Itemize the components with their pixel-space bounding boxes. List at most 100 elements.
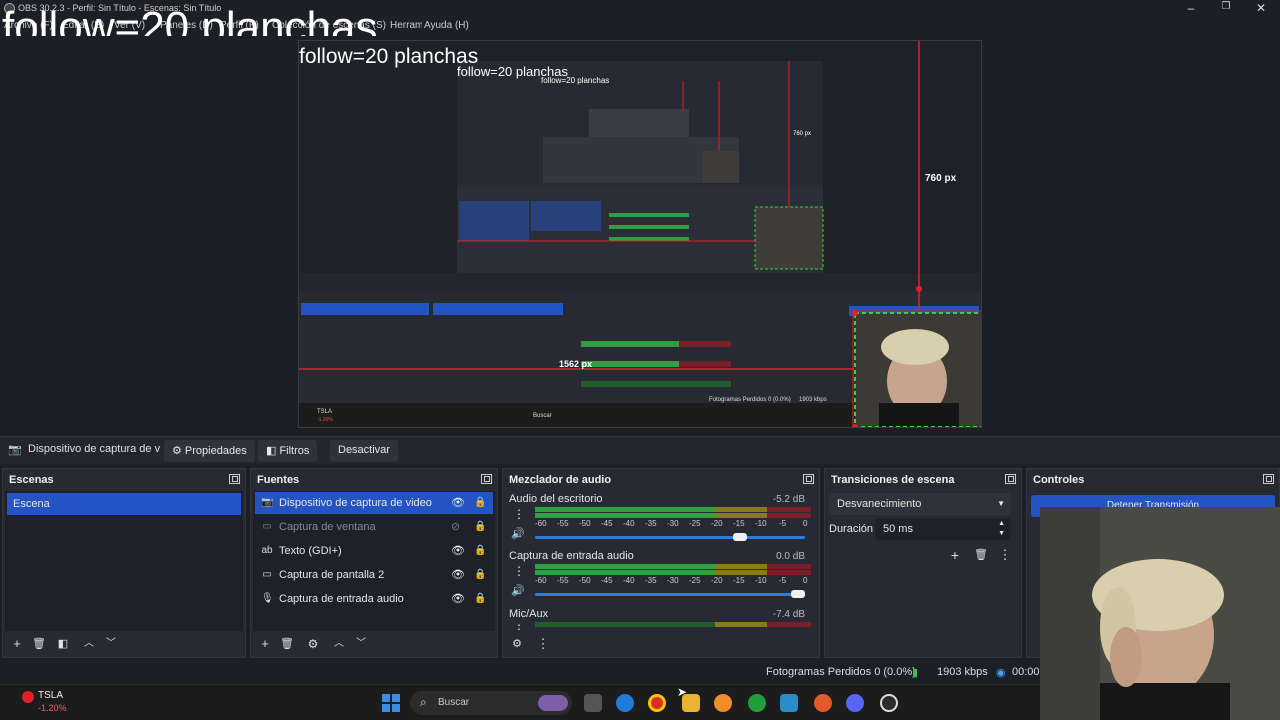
discord-icon[interactable] xyxy=(846,694,864,712)
source-item[interactable]: ▭ Captura de ventana ⊘ 🔒 xyxy=(255,516,493,538)
firefox-icon[interactable] xyxy=(714,694,732,712)
menu-ayuda[interactable]: Ayuda (H) xyxy=(422,20,469,31)
eye-icon[interactable]: 👁 xyxy=(451,593,465,605)
properties-label: Propiedades xyxy=(184,445,247,457)
source-item[interactable]: 📷 Dispositivo de captura de video 👁 🔒 xyxy=(255,492,493,514)
height-measure-label: 760 px xyxy=(925,173,957,184)
xbox-icon[interactable] xyxy=(748,694,766,712)
add-icon[interactable]: + xyxy=(9,636,25,652)
meter-ticks: -60 -55 -50 -45 -40 -35 -30 -25 -20 -15 -10 -5 0 xyxy=(535,519,808,528)
volume-slider-handle[interactable] xyxy=(733,533,747,541)
nested-scene-row xyxy=(301,303,429,315)
source-item[interactable]: ▭ Captura de pantalla 2 👁 🔒 xyxy=(255,564,493,586)
filter-icon[interactable]: ◧ xyxy=(55,636,71,652)
trash-icon[interactable]: 🗑 xyxy=(279,636,295,652)
properties-button[interactable]: ⚙ Propiedades xyxy=(164,440,255,462)
lock-icon[interactable]: 🔒 xyxy=(474,569,486,580)
edge-icon[interactable] xyxy=(616,694,634,712)
trash-icon[interactable]: 🗑 xyxy=(973,547,989,563)
channel-name: Audio del escritorio xyxy=(509,493,603,505)
brave-icon[interactable] xyxy=(814,694,832,712)
speaker-icon[interactable]: 🔊 xyxy=(511,584,525,597)
volume-slider[interactable] xyxy=(535,536,805,539)
stock-symbol[interactable]: TSLA xyxy=(38,690,63,701)
level-meter xyxy=(535,570,811,575)
move-up-icon[interactable]: ︿ xyxy=(81,636,97,652)
deactivate-button[interactable]: Desactivar xyxy=(330,440,398,462)
close-icon[interactable]: ✕ xyxy=(1246,1,1276,17)
window-icon: ▭ xyxy=(262,521,272,532)
move-down-icon[interactable]: ﹀ xyxy=(103,636,119,652)
nested-mixer-meter-1r xyxy=(679,341,731,347)
maximize-icon[interactable]: ❐ xyxy=(1211,1,1241,17)
chrome-icon[interactable] xyxy=(648,694,666,712)
stock-widget-icon[interactable] xyxy=(22,691,34,703)
scenes-dock: Escenas Escena + 🗑 ◧ ︿ ﹀ xyxy=(2,468,246,658)
scenes-list: Escena xyxy=(5,491,243,631)
stepper-icon[interactable]: ▲ ▼ xyxy=(998,519,1005,539)
source-item[interactable]: ab Texto (GDI+) 👁 🔒 xyxy=(255,540,493,562)
lock-icon[interactable]: 🔒 xyxy=(474,521,486,532)
transition-select[interactable]: Desvanecimiento ▼ xyxy=(829,493,1011,515)
eye-icon[interactable]: 👁 xyxy=(451,497,465,509)
scene-item[interactable]: Escena xyxy=(7,493,241,515)
gear-icon[interactable]: ⚙ xyxy=(509,636,525,652)
nested-toolbar xyxy=(299,273,981,291)
windows-start-icon[interactable] xyxy=(382,694,400,712)
source-toolbar: 📷 Dispositivo de captura de v ⚙ Propieda… xyxy=(0,436,1280,464)
filters-button[interactable]: ◧ Filtros xyxy=(258,440,318,462)
add-icon[interactable]: + xyxy=(947,547,963,563)
eye-icon[interactable]: 👁 xyxy=(451,569,465,581)
duration-label: Duración xyxy=(829,523,874,535)
kebab-menu-icon[interactable]: ⋮ xyxy=(513,622,525,631)
bitrate: 1903 kbps xyxy=(937,666,988,678)
nested-kbps: 1903 kbps xyxy=(799,397,827,403)
undock-icon[interactable] xyxy=(803,474,814,484)
sources-dock: Fuentes 📷 Dispositivo de captura de vide… xyxy=(250,468,498,658)
gear-icon[interactable]: ⚙ xyxy=(305,636,321,652)
kebab-menu-icon[interactable]: ⋮ xyxy=(997,547,1013,563)
stream-time: 00:00 xyxy=(1012,666,1040,678)
eye-icon[interactable]: 👁 xyxy=(451,545,465,557)
undock-icon[interactable] xyxy=(481,474,492,484)
duration-spinbox[interactable]: 50 ms ▲ ▼ xyxy=(875,518,1011,540)
speaker-icon[interactable]: 🔊 xyxy=(511,527,525,540)
undock-icon[interactable] xyxy=(1005,474,1016,484)
volume-slider[interactable] xyxy=(535,593,805,596)
obs-icon[interactable] xyxy=(880,694,898,712)
taskbar-search[interactable]: ⌕ Buscar xyxy=(410,691,572,715)
kebab-menu-icon[interactable]: ⋮ xyxy=(535,636,551,652)
program-preview[interactable]: follow=20 planchas follow=20 planchas fo… xyxy=(298,40,982,428)
volume-slider-handle[interactable] xyxy=(791,590,805,598)
microphone-icon: 🎙 xyxy=(261,593,274,604)
kebab-menu-icon[interactable]: ⋮ xyxy=(513,507,525,521)
nested-search: Buscar xyxy=(533,413,552,419)
move-down-icon[interactable]: ﹀ xyxy=(353,636,369,652)
trash-icon[interactable]: 🗑 xyxy=(31,636,47,652)
store-icon[interactable] xyxy=(780,694,798,712)
nested-meter-2 xyxy=(609,225,689,229)
kebab-menu-icon[interactable]: ⋮ xyxy=(513,564,525,578)
source-item[interactable]: 🎙 Captura de entrada audio 👁 🔒 xyxy=(255,588,493,610)
audio-mixer-dock: Mezclador de audio Audio del escritorio … xyxy=(502,468,820,658)
lock-icon[interactable]: 🔒 xyxy=(474,545,486,556)
webcam-shirt xyxy=(879,403,959,427)
eye-hidden-icon[interactable]: ⊘ xyxy=(451,521,463,533)
nested-meter-3 xyxy=(609,237,689,241)
task-view-icon[interactable] xyxy=(584,694,602,712)
nested-mixer-meter-2r xyxy=(679,361,731,367)
lock-icon[interactable]: 🔒 xyxy=(474,593,486,604)
add-icon[interactable]: + xyxy=(257,636,273,652)
source-label: Dispositivo de captura de video xyxy=(279,497,432,509)
lock-icon[interactable]: 🔒 xyxy=(474,497,486,508)
handle-tl xyxy=(852,310,858,316)
mouse-cursor-icon: ➤ xyxy=(677,685,688,699)
undock-icon[interactable] xyxy=(1263,474,1274,484)
nested-meter-1 xyxy=(609,213,689,217)
minimize-icon[interactable]: – xyxy=(1176,1,1206,17)
overlay-text-tiny: follow=20 planchas xyxy=(541,76,610,85)
scenes-footer: + 🗑 ◧ ︿ ﹀ xyxy=(5,633,243,655)
undock-icon[interactable] xyxy=(229,474,240,484)
channel-name: Mic/Aux xyxy=(509,608,549,620)
move-up-icon[interactable]: ︿ xyxy=(331,636,347,652)
